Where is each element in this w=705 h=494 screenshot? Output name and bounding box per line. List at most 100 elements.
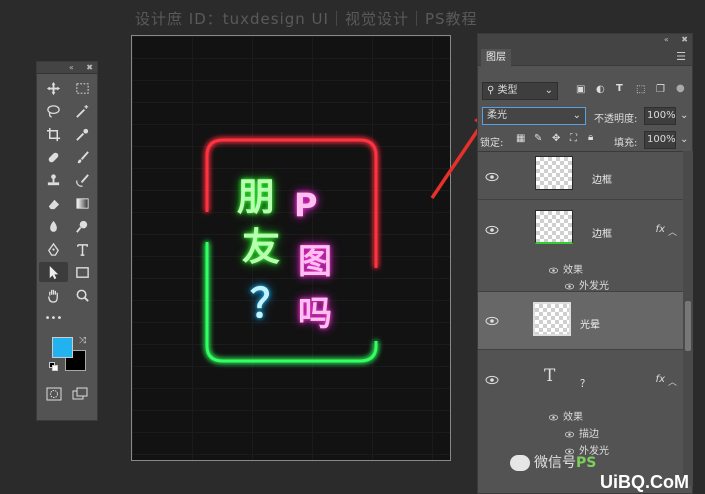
collapse-icon[interactable]: « — [664, 35, 669, 44]
quick-mask-icon[interactable] — [46, 386, 62, 405]
green-neon-frame — [205, 242, 378, 363]
lock-position-icon[interactable]: ✥ — [552, 133, 560, 144]
neon-char-tu: 图 — [298, 242, 332, 282]
fill-input[interactable]: 100% — [644, 131, 676, 149]
panel-menu-icon[interactable]: ☰ — [676, 50, 686, 63]
type-filter-icon[interactable]: T — [616, 83, 623, 94]
swap-colors-icon[interactable]: ⤨ — [79, 336, 86, 346]
color-swatches: ⤨ — [37, 334, 97, 384]
chevron-up-icon[interactable]: ︿ — [668, 375, 677, 388]
lock-transparent-icon[interactable]: ▦ — [516, 133, 525, 144]
watermark-text: 设计庶 ID：tuxdesign UI｜视觉设计｜PS教程 — [135, 10, 478, 28]
default-colors-icon[interactable] — [49, 362, 58, 371]
lock-pixels-icon[interactable]: ✎ — [534, 133, 542, 144]
document-canvas[interactable]: 朋 友 ？ P 图 吗 — [131, 35, 451, 461]
layers-scrollbar[interactable] — [683, 151, 693, 486]
neon-char-you: 友 — [242, 225, 281, 269]
brush-tool-icon[interactable] — [68, 147, 97, 167]
layer-thumbnail — [535, 156, 573, 190]
magic-wand-icon[interactable] — [68, 101, 97, 121]
gradient-tool-icon[interactable] — [68, 193, 97, 213]
layer-name[interactable]: 光晕 — [580, 316, 600, 331]
rectangle-tool-icon[interactable] — [68, 262, 97, 282]
pen-tool-icon[interactable] — [39, 239, 68, 259]
hand-tool-icon[interactable] — [39, 285, 68, 305]
wechat-watermark: 微信号PS — [510, 452, 596, 472]
neon-char-question: ？ — [250, 281, 290, 327]
zoom-tool-icon[interactable] — [68, 285, 97, 305]
layer-row-selected[interactable]: 光晕 — [478, 292, 683, 350]
red-neon-frame — [205, 138, 378, 268]
visibility-eye-icon[interactable] — [548, 267, 559, 274]
lock-all-icon[interactable]: 🔒︎ — [588, 132, 593, 143]
visibility-eye-icon[interactable] — [485, 172, 499, 182]
eraser-tool-icon[interactable] — [39, 193, 68, 213]
close-icon[interactable]: ✖ — [681, 35, 688, 44]
fx-icon[interactable]: fx — [656, 224, 665, 235]
layer-thumbnail — [533, 302, 571, 336]
effects-row[interactable]: 效果 — [548, 408, 583, 423]
artboard-lock-icon[interactable]: ⛶ — [570, 133, 577, 144]
scrollbar-thumb[interactable] — [685, 301, 691, 351]
wechat-icon — [510, 455, 530, 471]
path-selection-icon[interactable] — [39, 262, 68, 282]
text-layer-icon: T — [544, 366, 556, 386]
lock-label: 锁定: — [480, 138, 504, 149]
neon-char-peng: 朋 — [237, 175, 276, 219]
eyedropper-icon[interactable] — [68, 124, 97, 144]
visibility-eye-icon[interactable] — [548, 414, 559, 421]
tab-layers[interactable]: 图层 — [481, 49, 511, 66]
visibility-eye-icon[interactable] — [564, 431, 575, 438]
neon-char-ma: 吗 — [298, 294, 332, 334]
effects-row[interactable]: 效果 — [548, 261, 583, 276]
opacity-input[interactable]: 100% — [644, 107, 676, 125]
move-tool-icon[interactable] — [39, 78, 68, 98]
visibility-eye-icon[interactable] — [485, 375, 499, 385]
fill-label: 填充: — [614, 138, 638, 149]
tools-panel-header: « ✖ — [37, 62, 97, 74]
tools-panel: « ✖ ••• ⤨ — [36, 61, 98, 421]
more-tools-icon[interactable]: ••• — [39, 308, 68, 328]
lasso-tool-icon[interactable] — [39, 101, 68, 121]
stamp-tool-icon[interactable] — [39, 170, 68, 190]
layer-name[interactable]: 边框 — [592, 225, 612, 240]
adjustment-filter-icon[interactable]: ◐ — [596, 84, 605, 95]
crop-tool-icon[interactable] — [39, 124, 68, 144]
smart-object-filter-icon[interactable]: ❐ — [656, 84, 665, 95]
layer-name[interactable]: ？ — [580, 375, 590, 390]
chevron-up-icon[interactable]: ︿ — [668, 225, 677, 238]
foreground-color-swatch[interactable] — [52, 337, 73, 358]
collapse-icon[interactable]: « — [69, 63, 74, 72]
marquee-tool-icon[interactable] — [68, 78, 97, 98]
blend-mode-select[interactable]: 柔光 ⌄ — [482, 107, 586, 125]
layer-thumbnail — [535, 210, 573, 244]
fill-dropdown-icon[interactable]: ⌄ — [680, 134, 688, 145]
shape-filter-icon[interactable]: ⬚ — [636, 84, 645, 95]
blur-tool-icon[interactable] — [39, 216, 68, 236]
neon-char-p: P — [294, 186, 318, 224]
visibility-eye-icon[interactable] — [564, 283, 575, 290]
layers-panel-header: « ✖ — [478, 34, 692, 46]
layer-name[interactable]: 边框 — [592, 171, 612, 186]
visibility-eye-icon[interactable] — [485, 225, 499, 235]
fx-icon[interactable]: fx — [656, 374, 665, 385]
dodge-tool-icon[interactable] — [68, 216, 97, 236]
close-icon[interactable]: ✖ — [86, 63, 93, 72]
healing-brush-icon[interactable] — [39, 147, 68, 167]
effect-outer-glow[interactable]: 外发光 — [564, 277, 609, 292]
visibility-eye-icon[interactable] — [485, 316, 499, 326]
type-tool-icon[interactable] — [68, 239, 97, 259]
history-brush-icon[interactable] — [68, 170, 97, 190]
layer-row[interactable]: 边框 fx ︿ 效果 外发光 — [478, 200, 683, 292]
pixel-filter-icon[interactable]: ▣ — [576, 84, 585, 95]
layer-filter-select[interactable]: ⚲ 类型 ⌄ — [482, 82, 558, 100]
search-icon: ⚲ — [487, 85, 498, 96]
opacity-label: 不透明度: — [594, 114, 638, 125]
layer-row[interactable]: 边框 — [478, 152, 683, 200]
site-watermark: UiBQ.CoM — [600, 472, 689, 492]
screen-mode-icon[interactable] — [72, 386, 88, 405]
opacity-dropdown-icon[interactable]: ⌄ — [680, 110, 688, 121]
layers-panel: « ✖ 图层 ☰ ⚲ 类型 ⌄ ▣ ◐ T ⬚ ❐ ● 柔光 ⌄ 不透明度: 100… — [477, 33, 693, 494]
filter-toggle-icon[interactable]: ● — [676, 83, 685, 94]
effect-stroke[interactable]: 描边 — [564, 425, 599, 440]
